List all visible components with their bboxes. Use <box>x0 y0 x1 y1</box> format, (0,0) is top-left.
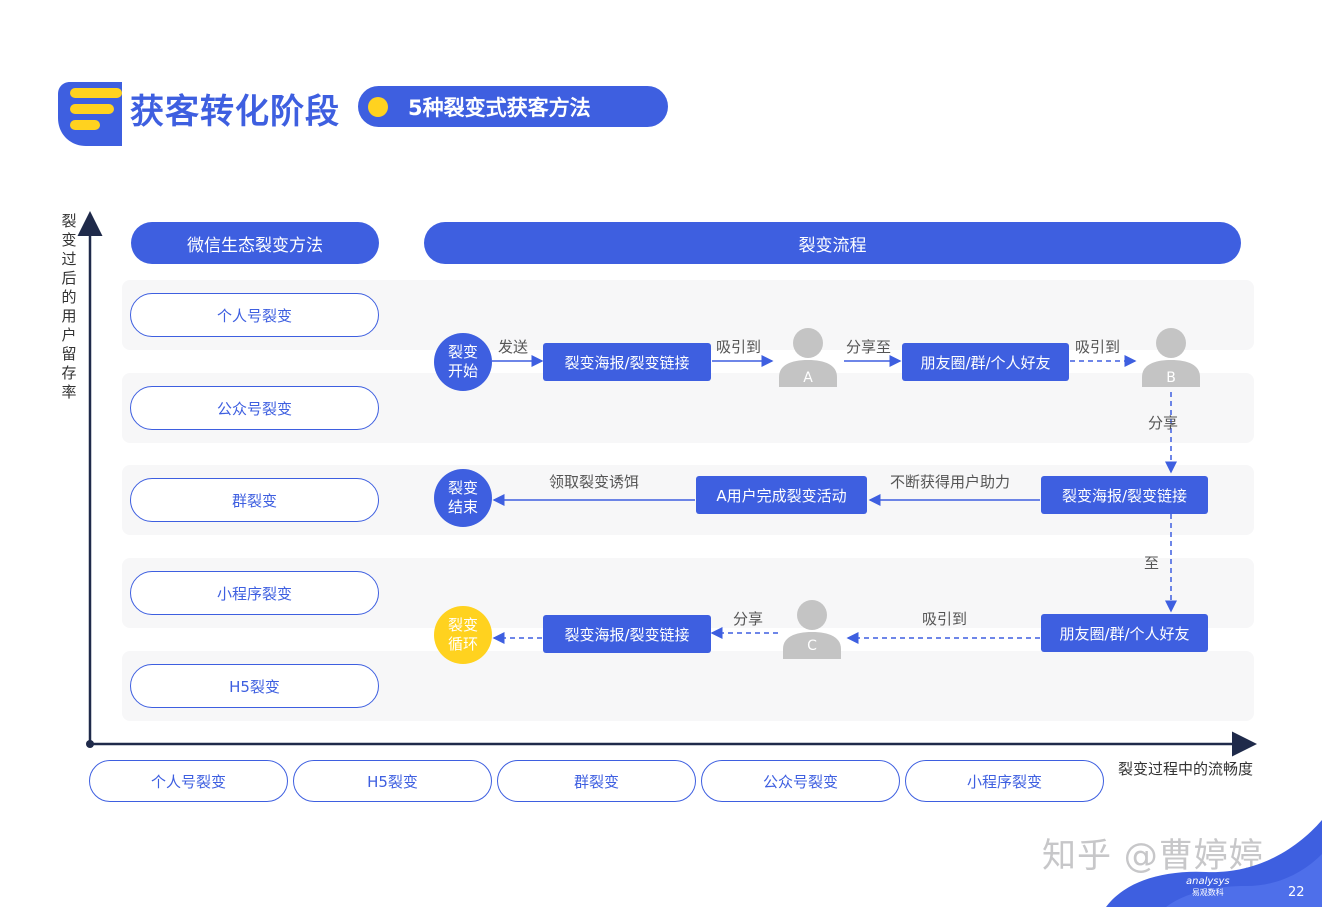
user-b-label: B <box>1166 370 1176 386</box>
label-to-vertical: 至 <box>1144 554 1160 572</box>
label-attract-3: 吸引到 <box>922 610 968 628</box>
flow-arrows-svg <box>492 355 1177 644</box>
label-share-to: 分享至 <box>846 338 892 356</box>
flow-cycle-node: 裂变循环 <box>434 606 492 664</box>
a-completes-box: A用户完成裂变活动 <box>696 476 867 514</box>
brand-logo-text: analysys 易观数科 <box>1186 876 1230 898</box>
flow-end-node: 裂变结束 <box>434 469 492 527</box>
user-a-label: A <box>803 370 813 386</box>
label-share: 分享 <box>733 610 764 628</box>
brand-name-cn: 易观数科 <box>1191 888 1224 897</box>
poster-link-box-1: 裂变海报/裂变链接 <box>543 343 711 381</box>
page-number: 22 <box>1288 885 1305 900</box>
label-send: 发送 <box>498 338 529 356</box>
label-attract-2: 吸引到 <box>1075 338 1121 356</box>
label-share-vertical: 分享 <box>1148 414 1179 432</box>
poster-link-box-2: 裂变海报/裂变链接 <box>1041 476 1208 514</box>
poster-link-box-3: 裂变海报/裂变链接 <box>543 615 711 653</box>
flow-start-node: 裂变开始 <box>434 333 492 391</box>
user-c-label: C <box>807 638 817 654</box>
friends-box-2: 朋友圈/群/个人好友 <box>1041 614 1208 652</box>
label-attract-1: 吸引到 <box>716 338 762 356</box>
label-continuous-help: 不断获得用户助力 <box>890 473 1011 491</box>
label-claim-bait: 领取裂变诱饵 <box>549 473 640 491</box>
brand-name: analysys <box>1186 876 1230 887</box>
friends-box-1: 朋友圈/群/个人好友 <box>902 343 1069 381</box>
